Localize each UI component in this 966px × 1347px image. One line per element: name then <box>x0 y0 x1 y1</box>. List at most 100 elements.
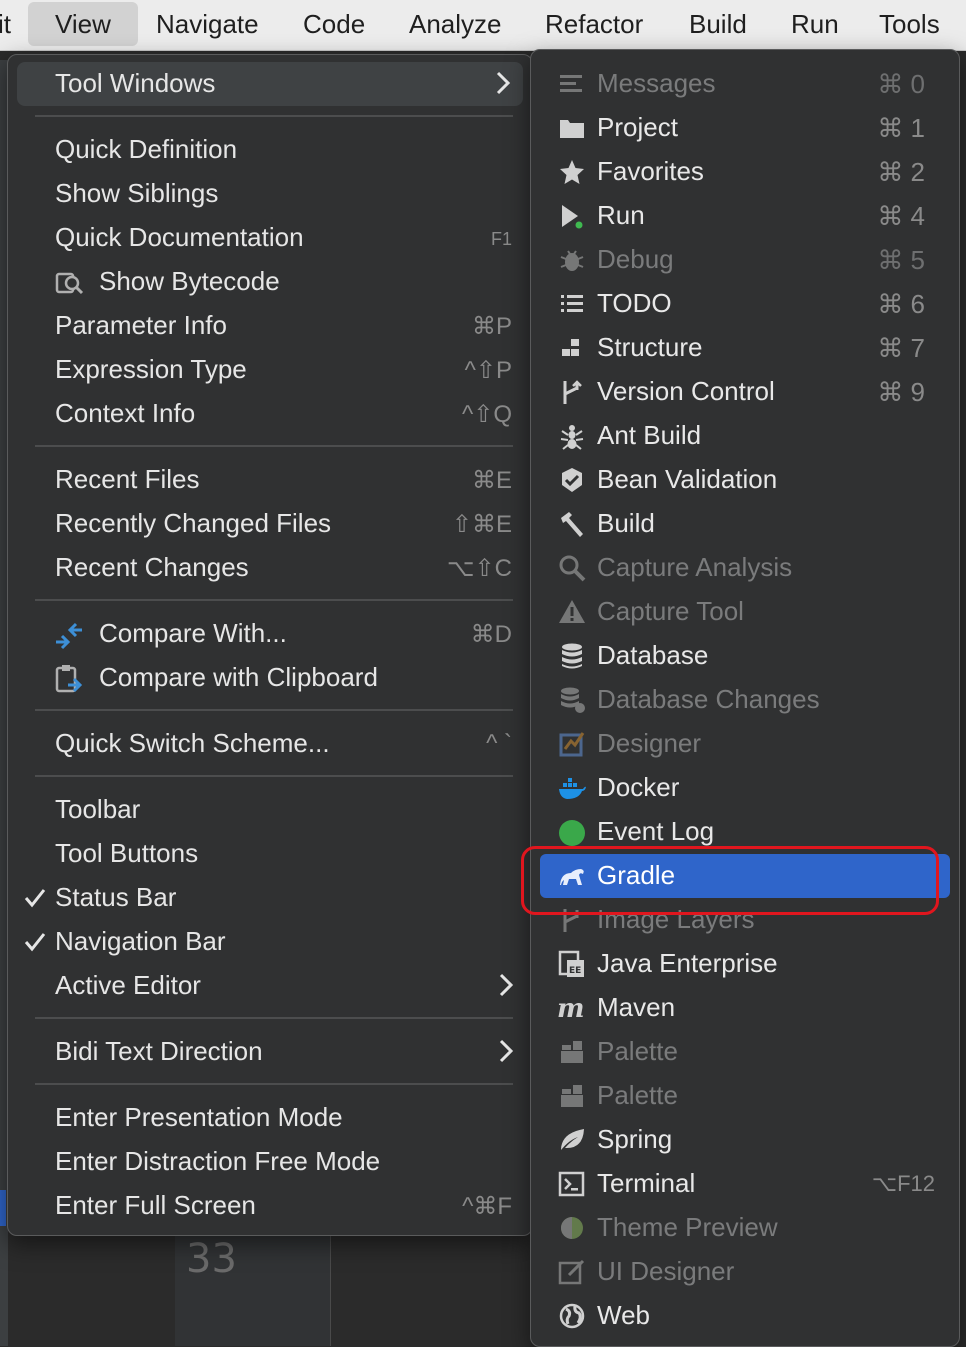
checkmark-icon <box>24 889 46 908</box>
ide-marker <box>0 1190 6 1226</box>
menu-item-active-editor[interactable]: Active Editor <box>8 964 532 1008</box>
tool-window-label: Palette <box>597 1080 678 1110</box>
shortcut-label: ⌘ 0 <box>877 69 925 99</box>
shortcut-label: ^⌘F <box>462 1193 512 1220</box>
clipboard-compare-icon <box>55 665 83 693</box>
menu-item-recent-changes[interactable]: Recent Changes ⌥⇧C <box>8 546 532 590</box>
maven-icon: m <box>557 994 585 1023</box>
menu-item-recent-files[interactable]: Recent Files ⌘E <box>8 458 532 502</box>
menu-item-label: Expression Type <box>55 354 247 384</box>
menu-item-label: Compare with Clipboard <box>99 662 378 692</box>
menu-item-recently-changed-files[interactable]: Recently Changed Files ⇧⌘E <box>8 502 532 546</box>
tool-window-java-enterprise[interactable]: EE Java Enterprise <box>531 942 959 986</box>
tool-window-database-changes[interactable]: Database Changes <box>531 678 959 722</box>
chevron-right-icon <box>499 973 514 997</box>
menu-item-enter-presentation-mode[interactable]: Enter Presentation Mode <box>8 1096 532 1140</box>
tool-window-label: Docker <box>597 772 680 802</box>
tool-window-label: Designer <box>597 728 702 758</box>
tool-window-ui-designer[interactable]: UI Designer <box>531 1250 959 1294</box>
tool-window-theme-preview[interactable]: Theme Preview <box>531 1206 959 1250</box>
tool-window-project[interactable]: Project ⌘ 1 <box>531 106 959 150</box>
magnifier-icon <box>559 555 586 582</box>
menu-item-quick-documentation[interactable]: Quick Documentation F1 <box>8 216 532 260</box>
menu-navigate[interactable]: Navigate <box>156 0 259 50</box>
menu-item-quick-switch-scheme[interactable]: Quick Switch Scheme... ^ ` <box>8 722 532 766</box>
menu-item-status-bar[interactable]: Status Bar <box>8 876 532 920</box>
compare-icon <box>56 622 82 650</box>
menu-item-label: Recent Changes <box>55 552 249 582</box>
tool-window-todo[interactable]: TODO ⌘ 6 <box>531 282 959 326</box>
folder-icon <box>560 120 584 138</box>
tool-window-palette-2[interactable]: Palette <box>531 1074 959 1118</box>
menu-view[interactable]: View <box>28 2 138 46</box>
tool-window-maven[interactable]: m Maven <box>531 986 959 1030</box>
shortcut-label: ⌘D <box>470 621 512 648</box>
menu-item-compare-with-clipboard[interactable]: Compare with Clipboard <box>8 656 532 700</box>
tool-window-database[interactable]: Database <box>531 634 959 678</box>
tool-window-label: Run <box>597 200 645 230</box>
menu-tools[interactable]: Tools <box>879 0 940 50</box>
menu-item-label: Quick Documentation <box>55 222 304 252</box>
shortcut-label: ⌘ 4 <box>877 201 925 231</box>
menu-item-show-bytecode[interactable]: Show Bytecode <box>8 260 532 304</box>
menu-item-show-siblings[interactable]: Show Siblings <box>8 172 532 216</box>
tool-window-label: Debug <box>597 244 674 274</box>
menu-item-context-info[interactable]: Context Info ^⇧Q <box>8 392 532 436</box>
menu-analyze[interactable]: Analyze <box>409 0 502 50</box>
tool-window-designer[interactable]: Designer <box>531 722 959 766</box>
tool-window-build[interactable]: Build <box>531 502 959 546</box>
menu-build[interactable]: Build <box>689 0 747 50</box>
tool-window-label: Version Control <box>597 376 775 406</box>
menu-item-quick-definition[interactable]: Quick Definition <box>8 128 532 172</box>
tool-window-favorites[interactable]: Favorites ⌘ 2 <box>531 150 959 194</box>
tool-window-label: Java Enterprise <box>597 948 778 978</box>
menu-item-bidi-text-direction[interactable]: Bidi Text Direction <box>8 1030 532 1074</box>
chevron-right-icon <box>496 71 511 95</box>
menu-run[interactable]: Run <box>791 0 839 50</box>
shortcut-label: ⇧⌘E <box>451 511 512 538</box>
menu-item-label: Quick Switch Scheme... <box>55 728 330 758</box>
highlight-annotation <box>521 846 939 915</box>
terminal-icon <box>558 1171 585 1197</box>
menu-item-navigation-bar[interactable]: Navigation Bar <box>8 920 532 964</box>
tool-window-label: Project <box>597 112 678 142</box>
vcs-icon <box>563 380 582 404</box>
tool-window-capture-analysis[interactable]: Capture Analysis <box>531 546 959 590</box>
globe-icon <box>559 1303 585 1329</box>
tool-window-terminal[interactable]: Terminal ⌥F12 <box>531 1162 959 1206</box>
tool-window-label: Web <box>597 1300 650 1330</box>
menu-item-label: Toolbar <box>55 794 141 824</box>
shortcut-label: ⌥F12 <box>871 1171 935 1196</box>
menu-item-enter-distraction-free-mode[interactable]: Enter Distraction Free Mode <box>8 1140 532 1184</box>
tool-window-palette[interactable]: Palette <box>531 1030 959 1074</box>
menu-separator <box>35 775 513 777</box>
menu-edit[interactable]: it <box>0 0 11 50</box>
tool-window-web[interactable]: Web <box>531 1294 959 1338</box>
tool-window-spring[interactable]: Spring <box>531 1118 959 1162</box>
tool-window-debug[interactable]: Debug ⌘ 5 <box>531 238 959 282</box>
menu-refactor[interactable]: Refactor <box>545 0 643 50</box>
tool-window-bean-validation[interactable]: Bean Validation <box>531 458 959 502</box>
shortcut-label: ⌘ 9 <box>877 377 925 407</box>
tool-window-structure[interactable]: Structure ⌘ 7 <box>531 326 959 370</box>
tool-window-ant-build[interactable]: Ant Build <box>531 414 959 458</box>
tool-window-messages[interactable]: Messages ⌘ 0 <box>531 62 959 106</box>
menu-item-toolbar[interactable]: Toolbar <box>8 788 532 832</box>
shortcut-label: ⌘ 7 <box>877 333 925 363</box>
svg-text:EE: EE <box>569 966 581 976</box>
shortcut-label: ⌘ 1 <box>877 113 925 143</box>
tool-window-version-control[interactable]: Version Control ⌘ 9 <box>531 370 959 414</box>
menu-item-tool-buttons[interactable]: Tool Buttons <box>8 832 532 876</box>
shortcut-label: ^⇧P <box>464 357 512 384</box>
tool-window-docker[interactable]: Docker <box>531 766 959 810</box>
menu-item-tool-windows[interactable]: Tool Windows <box>17 62 523 106</box>
menu-item-expression-type[interactable]: Expression Type ^⇧P <box>8 348 532 392</box>
tool-window-capture-tool[interactable]: Capture Tool <box>531 590 959 634</box>
bytecode-icon <box>55 272 84 295</box>
menu-item-label: Active Editor <box>55 970 201 1000</box>
tool-window-run[interactable]: Run ⌘ 4 <box>531 194 959 238</box>
menu-code[interactable]: Code <box>303 0 365 50</box>
menu-item-parameter-info[interactable]: Parameter Info ⌘P <box>8 304 532 348</box>
menu-item-enter-full-screen[interactable]: Enter Full Screen ^⌘F <box>8 1184 532 1228</box>
menu-item-compare-with[interactable]: Compare With... ⌘D <box>8 612 532 656</box>
